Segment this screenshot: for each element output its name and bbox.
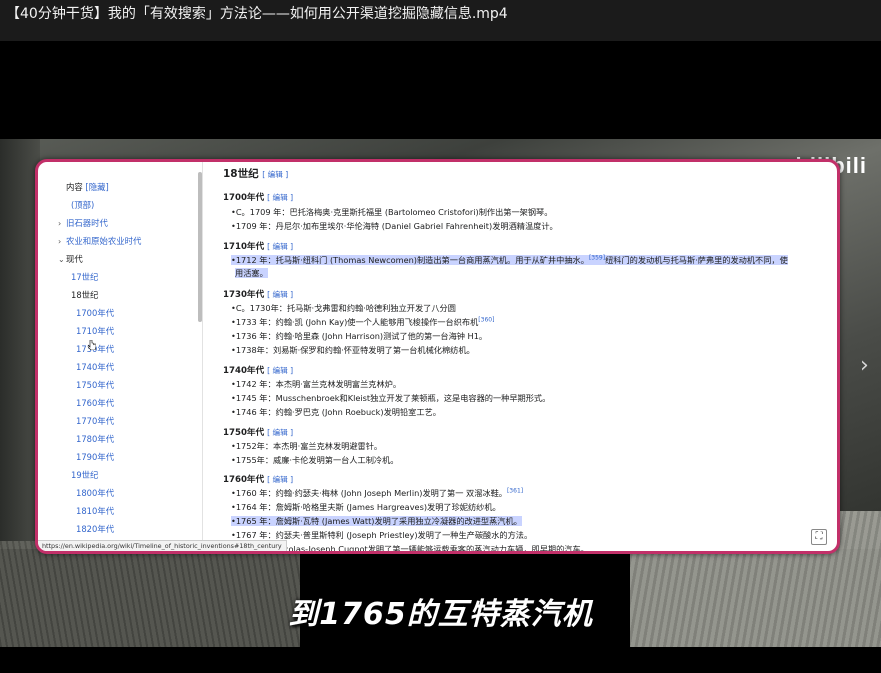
- toc-scrollbar[interactable]: [198, 172, 202, 322]
- edit-link[interactable]: [ 编辑 ]: [267, 475, 293, 484]
- video-background-edge: [0, 139, 40, 549]
- chevron-right-icon[interactable]: ›: [58, 219, 66, 228]
- toc-item-17th-century[interactable]: 17世纪: [71, 272, 98, 282]
- list-item: •1709 年：丹尼尔·加布里埃尔·华伦海特 (Daniel Gabriel F…: [231, 221, 558, 231]
- citation-link[interactable]: [359]: [589, 254, 605, 261]
- toc-item-1750s[interactable]: 1750年代: [76, 380, 114, 390]
- toc-item-1780s[interactable]: 1780年代: [76, 434, 114, 444]
- video-player[interactable]: bilibili 内容 [隐藏] (顶部) ›旧石器时代 ›农业和原始农业时代 …: [0, 41, 881, 647]
- toc-item-paleolithic[interactable]: › 旧石器时代: [58, 217, 108, 229]
- list-item: •1733 年：约翰·凯 (John Kay)使一个人能够用飞梭操作一台织布机[…: [231, 316, 494, 328]
- list-item-highlighted: •1712 年：托马斯·纽科门 (Thomas Newcomen)制造出第一台商…: [231, 254, 788, 266]
- chevron-right-icon[interactable]: ›: [58, 237, 66, 246]
- edit-link[interactable]: [ 编辑 ]: [267, 242, 293, 251]
- toc-item-label[interactable]: 旧石器时代: [66, 218, 108, 228]
- mouse-pointer-icon: [88, 340, 96, 350]
- edit-link[interactable]: [ 编辑 ]: [267, 428, 293, 437]
- toc-item-1810s[interactable]: 1810年代: [76, 506, 114, 516]
- browser-screenshot-card: 内容 [隐藏] (顶部) › 旧石器时代 › 农业和原始农业时代 ⌄现代 17世纪 …: [35, 159, 840, 554]
- section-heading-1730s: 1730年代 [ 编辑 ]: [223, 288, 293, 300]
- section-title: 18世纪: [223, 168, 259, 180]
- toc-item-1710s[interactable]: 1710年代: [76, 326, 114, 336]
- window-title: 【40分钟干货】我的「有效搜索」方法论——如何用公开渠道挖掘隐藏信息.mp4: [0, 0, 881, 41]
- list-item: •C。1709 年：巴托洛梅奥·克里斯托福里 (Bartolomeo Crist…: [231, 207, 553, 217]
- section-heading-1750s: 1750年代 [ 编辑 ]: [223, 426, 293, 438]
- list-item: •1738年：刘易斯·保罗和约翰·怀亚特发明了第一台机械化棉纺机。: [231, 345, 475, 355]
- toc-item-modern[interactable]: ⌄现代: [58, 253, 83, 265]
- toc-item-18th-century[interactable]: 18世纪: [71, 290, 98, 300]
- toc-item-label[interactable]: 农业和原始农业时代: [66, 236, 141, 246]
- video-subtitle: 到1765的互特蒸汽机: [288, 597, 593, 632]
- list-item: •1736 年：约翰·哈里森 (John Harrison)测试了他的第一台海钟…: [231, 331, 488, 341]
- list-item: •1752年：本杰明·富兰克林发明避雷针。: [231, 441, 383, 451]
- player-bottom-bar: [0, 647, 881, 673]
- edit-link[interactable]: [ 编辑 ]: [267, 290, 293, 299]
- list-item: •1745 年：Musschenbroek和Kleist独立开发了莱顿瓶，这是电…: [231, 393, 551, 403]
- table-of-contents: 内容 [隐藏] (顶部) › 旧石器时代 › 农业和原始农业时代 ⌄现代 17世纪 …: [38, 162, 203, 551]
- toc-item-agriculture[interactable]: › 农业和原始农业时代: [58, 235, 141, 247]
- section-heading-1700s: 1700年代 [ 编辑 ]: [223, 191, 293, 203]
- edit-link[interactable]: [ 编辑 ]: [262, 170, 288, 179]
- toc-item-label[interactable]: 现代: [66, 254, 83, 264]
- toc-item-1760s[interactable]: 1760年代: [76, 398, 114, 408]
- section-title: 1750年代: [223, 428, 265, 438]
- section-title: 1730年代: [223, 290, 265, 300]
- list-item: •1742 年：本杰明·富兰克林发明富兰克林炉。: [231, 379, 402, 389]
- section-heading-18th-century: 18世纪 [ 编辑 ]: [223, 166, 288, 181]
- chevron-right-icon[interactable]: ›: [860, 353, 869, 378]
- section-heading-1710s: 1710年代 [ 编辑 ]: [223, 240, 293, 252]
- toc-item-1800s[interactable]: 1800年代: [76, 488, 114, 498]
- list-item: •1746 年：约翰·罗巴克 (John Roebuck)发明铅室工艺。: [231, 407, 441, 417]
- list-item: •C。1730年：托马斯·戈弗雷和约翰·哈德利独立开发了八分圆: [231, 303, 456, 313]
- toc-hide-link[interactable]: [隐藏]: [85, 182, 108, 192]
- list-item-text: •1760 年：约翰·约瑟夫·梅林 (John Joseph Merlin)发明…: [231, 488, 507, 498]
- toc-item-1740s[interactable]: 1740年代: [76, 362, 114, 372]
- list-item: •1760 年：约翰·约瑟夫·梅林 (John Joseph Merlin)发明…: [231, 487, 523, 499]
- edit-link[interactable]: [ 编辑 ]: [267, 366, 293, 375]
- citation-link[interactable]: [360]: [478, 316, 494, 323]
- toc-item-1700s[interactable]: 1700年代: [76, 308, 114, 318]
- article-content: 18世纪 [ 编辑 ] 1700年代 [ 编辑 ] •C。1709 年：巴托洛梅…: [223, 162, 837, 551]
- section-title: 1710年代: [223, 242, 265, 252]
- section-title: 1700年代: [223, 193, 265, 203]
- toc-item-1820s[interactable]: 1820年代: [76, 524, 114, 534]
- citation-link[interactable]: [361]: [507, 487, 523, 494]
- expand-icon[interactable]: ⛶: [811, 529, 827, 545]
- edit-link[interactable]: [ 编辑 ]: [267, 193, 293, 202]
- section-heading-1740s: 1740年代 [ 编辑 ]: [223, 364, 293, 376]
- list-item-text: •1733 年：约翰·凯 (John Kay)使一个人能够用飞梭操作一台织布机: [231, 317, 479, 327]
- link-status-bar: https://en.wikipedia.org/wiki/Timeline_o…: [38, 540, 287, 551]
- list-item-highlighted: •1765 年：詹姆斯·瓦特 (James Watt)发明了采用独立冷凝器的改进…: [231, 516, 522, 526]
- highlighted-text: 纽科门的发动机与托马斯·萨弗里的发动机不同，使: [605, 255, 788, 265]
- section-title: 1740年代: [223, 366, 265, 376]
- toc-top-link[interactable]: (顶部): [71, 200, 94, 210]
- section-heading-1760s: 1760年代 [ 编辑 ]: [223, 473, 293, 485]
- toc-item-19th-century[interactable]: 19世纪: [71, 470, 98, 480]
- list-item: •1764 年：詹姆斯·哈格里夫斯 (James Hargreaves)发明了珍…: [231, 502, 501, 512]
- list-item: •1755年：威廉·卡伦发明第一台人工制冷机。: [231, 455, 399, 465]
- toc-item-1790s[interactable]: 1790年代: [76, 452, 114, 462]
- highlighted-text: •1712 年：托马斯·纽科门 (Thomas Newcomen)制造出第一台商…: [231, 255, 589, 265]
- highlighted-text: 用活塞。: [235, 268, 268, 278]
- section-title: 1760年代: [223, 475, 265, 485]
- toc-header: 内容 [隐藏]: [66, 181, 109, 193]
- toc-title: 内容: [66, 182, 83, 192]
- toc-item-1770s[interactable]: 1770年代: [76, 416, 114, 426]
- chevron-down-icon[interactable]: ⌄: [58, 255, 66, 264]
